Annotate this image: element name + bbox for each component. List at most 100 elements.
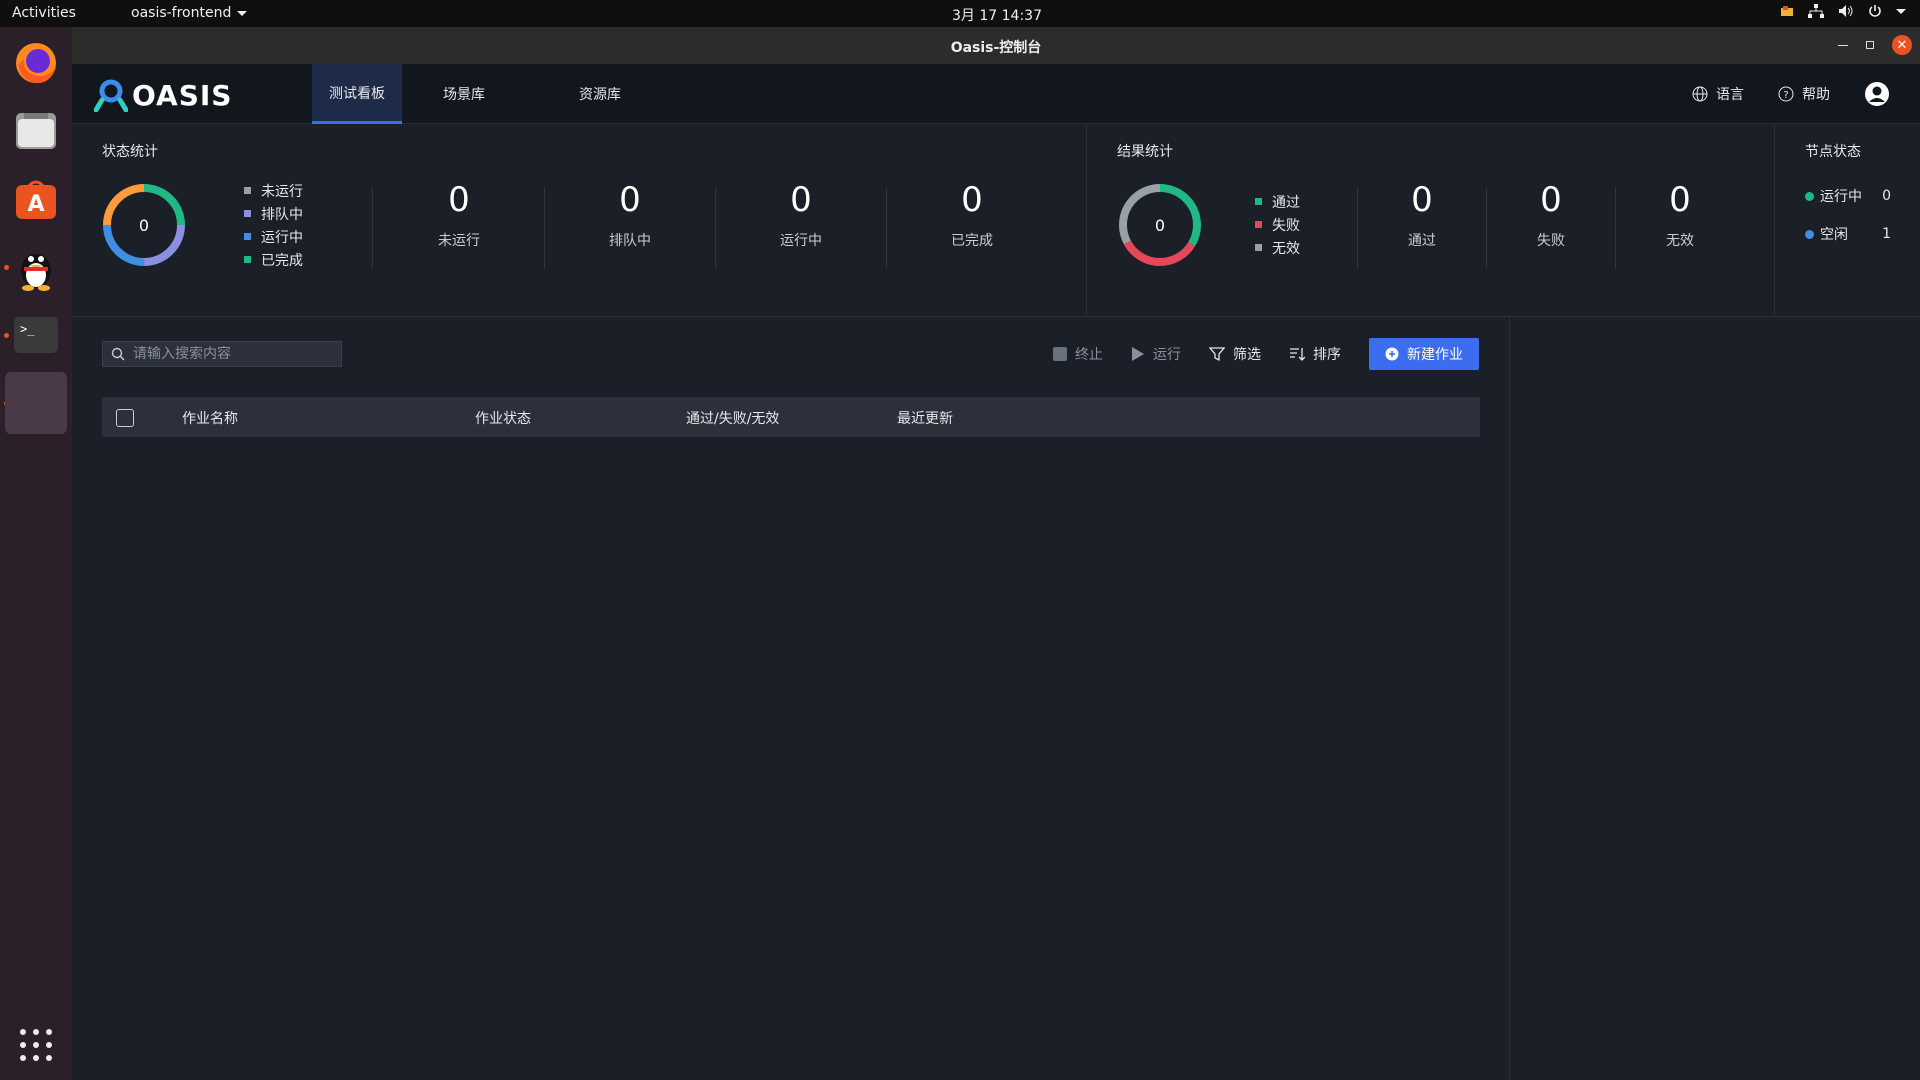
filter-button[interactable]: 筛选 [1209,344,1261,364]
panel-title: 节点状态 [1805,144,1861,160]
panel-title: 结果统计 [1117,144,1173,160]
volume-icon[interactable] [1838,4,1854,18]
metric-invalid: 0 无效 [1616,180,1744,250]
column-header-job-status[interactable]: 作业状态 [475,408,531,428]
search-box[interactable] [102,341,342,367]
metric-label: 无效 [1666,233,1694,249]
stats-section: 状态统计 0 未运行 排队中 运行中 已完成 0 未运行 0 排队中 0 运行中… [72,124,1920,317]
new-job-button[interactable]: 新建作业 [1369,338,1479,370]
legend-item: 无效 [1255,236,1300,259]
metric-label: 通过 [1408,233,1436,249]
run-button[interactable]: 运行 [1131,344,1181,364]
qq-icon[interactable] [10,241,62,293]
node-status-label: 空闲 [1820,227,1848,243]
language-button[interactable]: 语言 [1692,84,1744,104]
network-icon[interactable] [1808,4,1824,18]
result-stats-panel: 结果统计 0 通过 失败 无效 0 通过 0 失败 0 无效 [1087,124,1775,317]
running-indicator [4,333,9,338]
search-input[interactable] [133,346,333,362]
oasis-logo-icon [94,79,128,112]
node-status-value: 1 [1882,226,1891,242]
question-circle-icon: ? [1778,86,1794,102]
status-stats-panel: 状态统计 0 未运行 排队中 运行中 已完成 0 未运行 0 排队中 0 运行中… [72,124,1087,317]
power-icon[interactable] [1868,4,1882,18]
status-legend: 未运行 排队中 运行中 已完成 [244,179,303,271]
metric-value: 0 [1540,180,1562,220]
show-apps-icon[interactable] [18,1027,54,1067]
tab-test-board[interactable]: 测试看板 [312,64,402,124]
node-status-idle: 空闲 1 [1805,224,1891,244]
help-button[interactable]: ? 帮助 [1778,84,1830,104]
legend-item: 未运行 [244,179,303,202]
legend-item: 失败 [1255,213,1300,236]
stop-button[interactable]: 终止 [1053,344,1103,364]
firefox-icon[interactable] [10,37,62,89]
filter-label: 筛选 [1233,347,1261,363]
sort-icon [1290,348,1305,361]
job-table-header: 作业名称 作业状态 通过/失败/无效 最近更新 [102,397,1480,437]
donut-total: 0 [1155,216,1165,235]
svg-text:A: A [27,192,44,217]
new-job-label: 新建作业 [1407,347,1463,363]
job-toolbar: 终止 运行 筛选 排序 新建作业 [1053,338,1479,370]
sort-button[interactable]: 排序 [1289,344,1341,364]
app-window: Oasis-控制台 ✕ OASIS 测试看板 场景库 资源库 语言 ? 帮助 状… [72,27,1920,1080]
window-titlebar[interactable]: Oasis-控制台 ✕ [72,27,1920,64]
legend-label: 通过 [1272,194,1300,211]
oasis-logo[interactable]: OASIS [94,78,232,112]
metric-value: 0 [448,180,470,220]
donut-total: 0 [139,216,149,235]
metric-fail: 0 失败 [1487,180,1615,250]
app-navbar: OASIS 测试看板 场景库 资源库 语言 ? 帮助 [72,64,1920,124]
column-header-last-updated[interactable]: 最近更新 [897,408,953,428]
legend-item: 排队中 [244,202,303,225]
tab-scene-library[interactable]: 场景库 [426,64,502,124]
metric-completed: 0 已完成 [887,180,1057,250]
files-icon[interactable] [10,105,62,157]
window-title: Oasis-控制台 [950,40,1042,56]
select-all-checkbox[interactable] [116,409,134,427]
panel-title: 状态统计 [102,144,158,160]
running-indicator [4,265,9,270]
search-icon [111,347,125,361]
metric-value: 0 [1411,180,1433,220]
legend-label: 排队中 [261,206,303,223]
legend-label: 运行中 [261,229,303,246]
tab-resource-library[interactable]: 资源库 [562,64,638,124]
legend-label: 已完成 [261,252,303,269]
node-status-running: 运行中 0 [1805,186,1891,206]
terminal-icon[interactable]: >_ [10,309,62,361]
legend-label: 未运行 [261,183,303,200]
plus-circle-icon [1385,347,1399,361]
detail-side-panel [1510,317,1920,1080]
metric-label: 失败 [1537,233,1565,249]
column-header-results[interactable]: 通过/失败/无效 [686,408,779,428]
input-method-icon[interactable] [1780,4,1794,18]
system-tray[interactable] [1780,4,1906,18]
filter-icon [1209,347,1225,362]
minimize-icon[interactable] [1838,44,1848,46]
metric-value: 0 [790,180,812,220]
column-header-job-name[interactable]: 作业名称 [182,408,238,428]
system-top-bar: Activities oasis-frontend 3月 17 14:37 [0,0,1920,27]
metric-value: 0 [1669,180,1691,220]
metric-not-run: 0 未运行 [374,180,544,250]
tab-label: 测试看板 [329,85,385,102]
close-icon[interactable]: ✕ [1892,35,1912,55]
legend-label: 失败 [1272,217,1300,234]
metric-pass: 0 通过 [1358,180,1486,250]
blank-app-icon[interactable] [5,372,67,434]
dock: A >_ [0,27,72,1080]
metric-label: 已完成 [951,233,993,249]
metric-queued: 0 排队中 [545,180,715,250]
divider [372,187,373,269]
app-store-icon[interactable]: A [10,173,62,225]
metric-label: 排队中 [609,233,651,249]
status-dot [1805,229,1814,239]
user-avatar-button[interactable] [1864,81,1890,107]
chevron-down-icon[interactable] [1896,8,1906,14]
clock[interactable]: 3月 17 14:37 [0,5,1920,25]
stop-icon [1053,347,1067,361]
language-label: 语言 [1716,87,1744,103]
restore-icon[interactable] [1866,41,1874,49]
